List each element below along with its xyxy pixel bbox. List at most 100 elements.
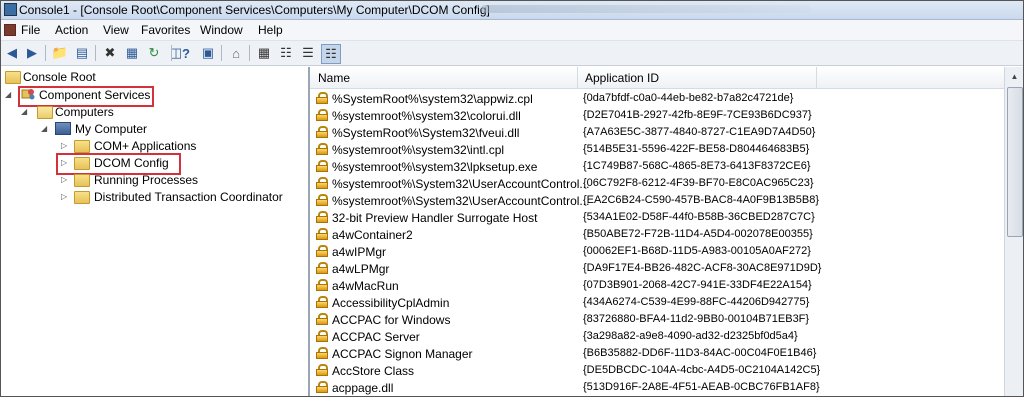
scrollbar-thumb[interactable] xyxy=(1007,87,1023,237)
menu-action[interactable]: Action xyxy=(55,23,88,37)
toolbar-separator xyxy=(95,45,96,61)
toolbar-separator xyxy=(221,45,222,61)
list-row[interactable]: %SystemRoot%\System32\fveui.dll {A7A63E5C… xyxy=(310,124,1004,141)
scroll-up-arrow-icon[interactable]: ▲ xyxy=(1007,69,1022,84)
app-name: a4wContainer2 xyxy=(332,228,413,242)
small-icons-view-icon[interactable]: ☷ xyxy=(277,44,295,62)
app-name: %systemroot%\system32\colorui.dll xyxy=(332,109,521,123)
forward-icon[interactable]: ▶ xyxy=(23,44,41,62)
app-name: ACCPAC Server xyxy=(332,330,420,344)
mmc-menu-icon[interactable] xyxy=(4,24,16,36)
list-row[interactable]: a4wMacRun {07D3B901-2068-42C7-941E-33DF4E… xyxy=(310,277,1004,294)
folder-icon xyxy=(74,140,90,153)
dcom-app-icon xyxy=(316,211,328,223)
vertical-scrollbar[interactable]: ▲ xyxy=(1004,67,1023,396)
dcom-app-icon xyxy=(316,126,328,138)
app-name: %SystemRoot%\system32\appwiz.cpl xyxy=(332,92,533,106)
app-name: %systemroot%\System32\UserAccountControl… xyxy=(332,177,590,191)
collapsed-arrow-icon[interactable]: ▷ xyxy=(61,141,67,150)
list-row[interactable]: ACCPAC Server {3a298a82-a9e8-4090-ad32-d2… xyxy=(310,328,1004,345)
list-row[interactable]: AccStore Class {DE5DBCDC-104A-4cbc-A4D5-0… xyxy=(310,362,1004,379)
application-id: {D2E7041B-2927-42fb-8E9F-7CE93B6DC937} xyxy=(583,109,812,121)
dcom-app-icon xyxy=(316,177,328,189)
expanded-arrow-icon[interactable]: ◢ xyxy=(21,107,27,116)
dcom-app-icon xyxy=(316,143,328,155)
list-row[interactable]: 32-bit Preview Handler Surrogate Host {53… xyxy=(310,209,1004,226)
dcom-app-icon xyxy=(316,313,328,325)
application-id: {514B5E31-5596-422F-BE58-D804464683B5} xyxy=(583,143,810,155)
app-name: %SystemRoot%\System32\fveui.dll xyxy=(332,126,520,140)
dcom-app-icon xyxy=(316,228,328,240)
folder-icon xyxy=(37,106,53,119)
application-id: {DE5DBCDC-104A-4cbc-A4D5-0C2104A142C5} xyxy=(583,364,821,376)
collapsed-arrow-icon[interactable]: ▷ xyxy=(61,175,67,184)
application-id: {83726880-BFA4-11d2-9BB0-00104B71EB3F} xyxy=(583,313,810,325)
refresh-icon[interactable]: ↻ xyxy=(145,44,163,62)
list-row[interactable]: %systemroot%\System32\UserAccountControl… xyxy=(310,175,1004,192)
show-hide-tree-icon[interactable]: ▤ xyxy=(73,44,91,62)
list-view-icon[interactable]: ☰ xyxy=(299,44,317,62)
detail-view-icon[interactable]: ☷ xyxy=(321,44,341,64)
back-icon[interactable]: ◀ xyxy=(3,44,21,62)
list-row[interactable]: AccessibilityCplAdmin {434A6274-C539-4E99… xyxy=(310,294,1004,311)
list-row[interactable]: ACCPAC for Windows {83726880-BFA4-11d2-9B… xyxy=(310,311,1004,328)
list-row[interactable]: %systemroot%\System32\UserAccountControl… xyxy=(310,192,1004,209)
large-icons-view-icon[interactable]: ▦ xyxy=(255,44,273,62)
application-id: {06C792F8-6212-4F39-BF70-E8C0AC965C23} xyxy=(583,177,814,189)
menu-favorites[interactable]: Favorites xyxy=(141,23,190,37)
menu-view[interactable]: View xyxy=(103,23,129,37)
properties-icon[interactable]: ▦ xyxy=(123,44,141,62)
expanded-arrow-icon[interactable]: ◢ xyxy=(5,90,11,99)
column-header-name[interactable]: Name xyxy=(318,71,350,85)
column-divider[interactable] xyxy=(577,67,578,88)
list-row[interactable]: %systemroot%\system32\intl.cpl {514B5E31-… xyxy=(310,141,1004,158)
help-icon[interactable]: ? xyxy=(177,44,195,62)
folder-icon xyxy=(74,191,90,204)
app-name: AccStore Class xyxy=(332,364,415,378)
folder-icon xyxy=(74,157,90,170)
app-name: a4wMacRun xyxy=(332,279,399,293)
app-name: a4wLPMgr xyxy=(332,262,390,276)
app-name: 32-bit Preview Handler Surrogate Host xyxy=(332,211,538,225)
title-bar: Console1 - [Console Root\Component Servi… xyxy=(1,1,1023,20)
console-tree: Console Root ◢ Component Services ◢ Comp… xyxy=(1,67,310,396)
column-header-application-id[interactable]: Application ID xyxy=(585,71,659,85)
delete-icon[interactable]: ✖ xyxy=(101,44,119,62)
dcom-app-icon xyxy=(316,347,328,359)
application-id: {513D916F-2A8E-4F51-AEAB-0CBC76FB1AF8} xyxy=(583,381,820,393)
list-row[interactable]: a4wIPMgr {00062EF1-B68D-11D5-A983-00105A0… xyxy=(310,243,1004,260)
expanded-arrow-icon[interactable]: ◢ xyxy=(41,124,47,133)
list-row[interactable]: ACCPAC Signon Manager {B6B35882-DD6F-11D3… xyxy=(310,345,1004,362)
dcom-app-icon xyxy=(316,92,328,104)
list-row[interactable]: acppage.dll {513D916F-2A8E-4F51-AEAB-0CBC… xyxy=(310,379,1004,396)
application-id: {B6B35882-DD6F-11D3-84AC-00C04F0E1B46} xyxy=(583,347,817,359)
menu-file[interactable]: File xyxy=(21,23,40,37)
collapsed-arrow-icon[interactable]: ▷ xyxy=(61,158,67,167)
app-name: acppage.dll xyxy=(332,381,394,395)
application-id: {434A6274-C539-4E99-88FC-44206D942775} xyxy=(583,296,810,308)
home-icon[interactable]: ⌂ xyxy=(227,44,245,62)
tree-item-label: Component Services xyxy=(39,88,151,102)
application-id: {07D3B901-2068-42C7-941E-33DF4E22A154} xyxy=(583,279,812,291)
app-name: %systemroot%\System32\UserAccountControl… xyxy=(332,194,590,208)
list-row[interactable]: %systemroot%\system32\colorui.dll {D2E704… xyxy=(310,107,1004,124)
list-row[interactable]: %systemroot%\system32\lpksetup.exe {1C749… xyxy=(310,158,1004,175)
dcom-app-icon xyxy=(316,109,328,121)
list-row[interactable]: a4wLPMgr {DA9F17E4-BB26-482C-ACF8-30AC8E9… xyxy=(310,260,1004,277)
collapsed-arrow-icon[interactable]: ▷ xyxy=(61,192,67,201)
menu-window[interactable]: Window xyxy=(200,23,243,37)
mmc-window: Console1 - [Console Root\Component Servi… xyxy=(0,0,1024,397)
list-row[interactable]: a4wContainer2 {B50ABE72-F72B-11D4-A5D4-00… xyxy=(310,226,1004,243)
action-pane-icon[interactable]: ▣ xyxy=(199,44,217,62)
up-folder-icon[interactable]: 📁 xyxy=(51,44,69,62)
list-row[interactable]: %SystemRoot%\system32\appwiz.cpl {0da7bfd… xyxy=(310,90,1004,107)
column-divider[interactable] xyxy=(816,67,817,88)
dcom-app-icon xyxy=(316,262,328,274)
application-id: {0da7bfdf-c0a0-44eb-be82-b7a82c4721de} xyxy=(583,92,794,104)
application-id: {3a298a82-a9e8-4090-ad32-d2325bf0d5a4} xyxy=(583,330,798,342)
menu-help[interactable]: Help xyxy=(258,23,283,37)
component-services-icon xyxy=(21,88,35,101)
app-name: ACCPAC Signon Manager xyxy=(332,347,473,361)
dcom-app-icon xyxy=(316,194,328,206)
dcom-app-icon xyxy=(316,330,328,342)
